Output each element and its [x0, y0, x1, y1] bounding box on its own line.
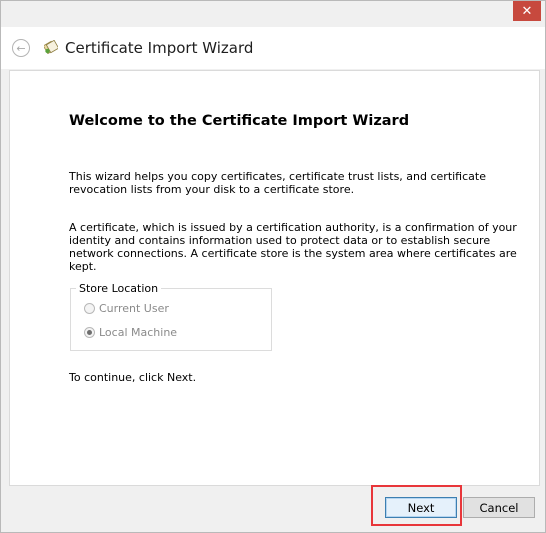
intro-paragraph: This wizard helps you copy certificates,… — [69, 170, 486, 196]
store-location-group: Store Location Current User Local Machin… — [70, 282, 272, 351]
certificate-description-paragraph: A certificate, which is issued by a cert… — [69, 221, 517, 273]
radio-local-machine[interactable]: Local Machine — [84, 326, 177, 339]
page-heading: Welcome to the Certificate Import Wizard — [69, 113, 410, 129]
continue-instruction: To continue, click Next. — [69, 371, 197, 384]
close-button[interactable]: ✕ — [513, 1, 541, 21]
store-location-label: Store Location — [76, 282, 162, 295]
cancel-button[interactable]: Cancel — [463, 497, 535, 518]
radio-button-selected[interactable] — [84, 327, 95, 338]
back-button[interactable]: ← — [12, 39, 30, 57]
radio-current-user-label: Current User — [99, 302, 169, 315]
radio-button-unselected[interactable] — [84, 303, 95, 314]
wizard-content-panel: Welcome to the Certificate Import Wizard… — [9, 70, 540, 486]
back-arrow-icon: ← — [16, 41, 26, 55]
radio-selected-dot-icon — [87, 330, 92, 335]
radio-current-user[interactable]: Current User — [84, 302, 169, 315]
wizard-header: ← Certificate Import Wizard — [1, 27, 545, 69]
next-button-highlight-box — [371, 485, 462, 526]
radio-local-machine-label: Local Machine — [99, 326, 178, 339]
window-title: Certificate Import Wizard — [65, 39, 254, 57]
certificate-import-wizard-window: ✕ ← Certificate Import Wizard Welcome to… — [0, 0, 546, 533]
close-icon: ✕ — [521, 3, 533, 19]
certificate-wizard-icon — [44, 40, 58, 54]
